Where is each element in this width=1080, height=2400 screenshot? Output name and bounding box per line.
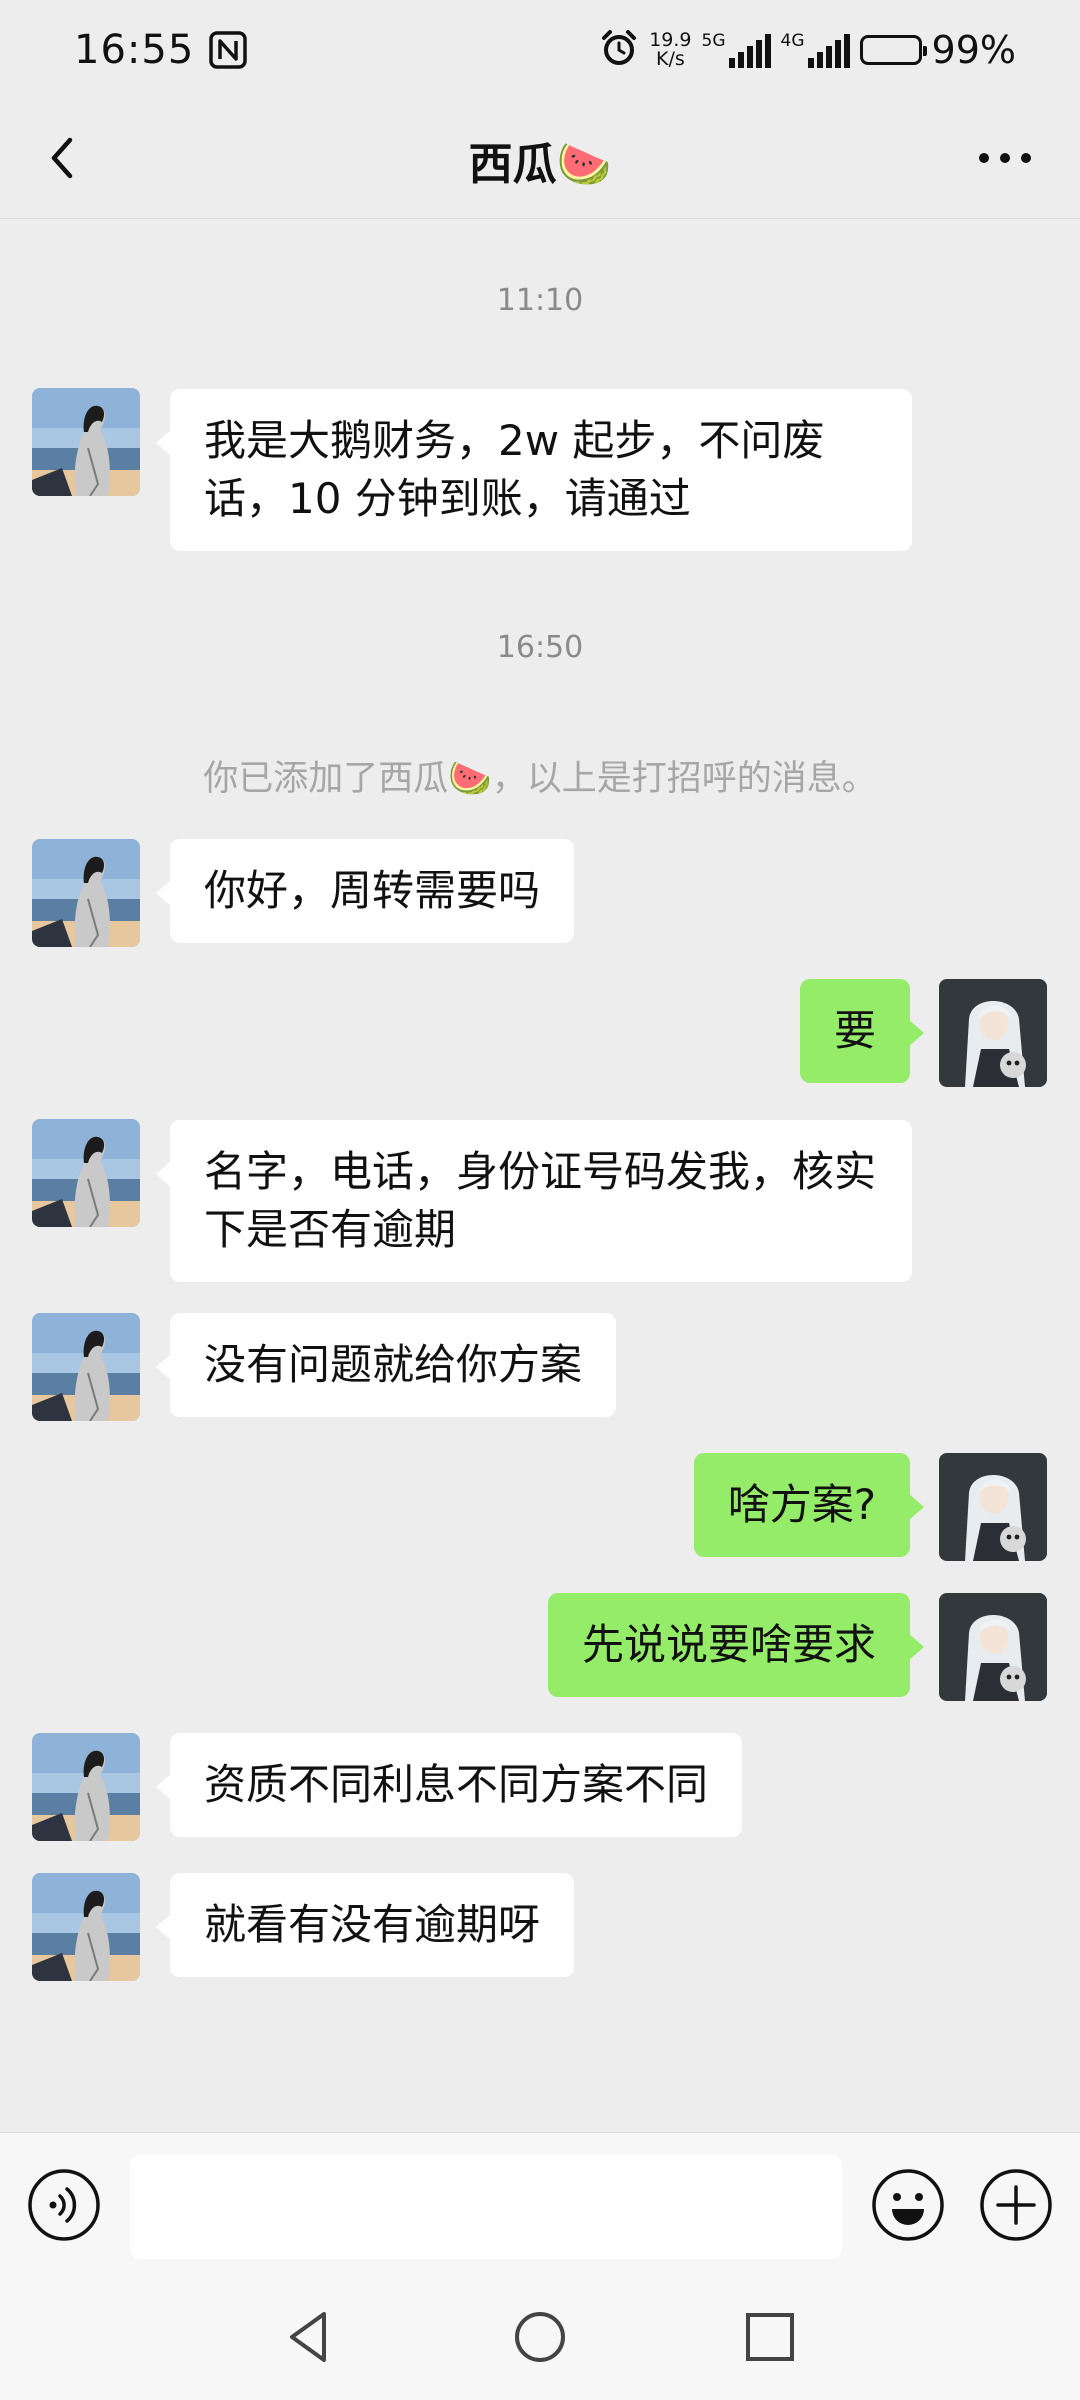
- incoming-message[interactable]: 你好，周转需要吗: [155, 839, 575, 943]
- nfc-icon: [208, 30, 248, 70]
- alarm-icon: [599, 28, 639, 72]
- user-avatar[interactable]: [939, 1453, 1047, 1561]
- user-avatar[interactable]: [939, 1593, 1047, 1701]
- signal-4g-label: 4G: [780, 30, 805, 51]
- signal-4g-bars-icon: [807, 33, 850, 68]
- status-left: 16:55: [74, 27, 248, 73]
- system-notice: 你已添加了西瓜🍉，以上是打招呼的消息。: [203, 759, 877, 799]
- contact-avatar[interactable]: [32, 1119, 140, 1227]
- outgoing-message[interactable]: 啥方案?: [693, 1453, 925, 1557]
- user-avatar[interactable]: [939, 979, 1047, 1087]
- network-speed: 19.9 K/s: [649, 31, 691, 69]
- signal-4g: 4G: [780, 30, 850, 68]
- battery-icon: [859, 35, 927, 65]
- status-bar: 16:55 19.9 K/s 5G 4G 99%: [0, 0, 1080, 100]
- signal-5g-bars-icon: [728, 33, 771, 68]
- contact-avatar[interactable]: [32, 1873, 140, 1981]
- network-speed-unit: K/s: [655, 48, 685, 70]
- chat-screen: 16:55 19.9 K/s 5G 4G 99% 西瓜🍉 11:10 我是大鹅财…: [0, 0, 1080, 2400]
- emoji-button[interactable]: [870, 2167, 946, 2243]
- clock-time: 16:55: [74, 27, 195, 73]
- signal-5g: 5G: [701, 30, 771, 68]
- timestamp: 11:10: [496, 283, 584, 318]
- incoming-message[interactable]: 就看有没有逾期呀: [155, 1873, 575, 1977]
- contact-avatar[interactable]: [32, 1313, 140, 1421]
- square-recents-icon: [746, 2313, 794, 2361]
- more-horizontal-icon: [979, 153, 1031, 163]
- outgoing-message[interactable]: 先说说要啥要求: [547, 1593, 925, 1697]
- message-input[interactable]: [130, 2155, 842, 2259]
- contact-avatar[interactable]: [32, 839, 140, 947]
- incoming-message[interactable]: 我是大鹅财务，2w 起步，不问废话，10 分钟到账，请通过: [156, 389, 912, 551]
- status-right: 19.9 K/s 5G 4G 99%: [599, 28, 1016, 72]
- voice-icon: [28, 2169, 100, 2241]
- battery-percent: 99%: [931, 28, 1016, 72]
- more-functions-button[interactable]: [978, 2167, 1054, 2243]
- system-back-button[interactable]: [274, 2302, 344, 2372]
- circle-home-icon: [515, 2312, 565, 2362]
- contact-avatar[interactable]: [32, 1733, 140, 1841]
- system-home-button[interactable]: [505, 2302, 575, 2372]
- more-options-button[interactable]: [970, 128, 1040, 188]
- smiley-icon: [872, 2169, 944, 2241]
- contact-avatar[interactable]: [32, 388, 140, 496]
- chat-header: 西瓜🍉: [0, 100, 1080, 219]
- incoming-message[interactable]: 名字，电话，身份证号码发我，核实下是否有逾期: [156, 1120, 912, 1282]
- timestamp: 16:50: [496, 630, 584, 665]
- chat-title: 西瓜🍉: [468, 139, 612, 190]
- system-recents-button[interactable]: [735, 2302, 805, 2372]
- outgoing-message[interactable]: 要: [799, 979, 925, 1083]
- system-navigation-bar: [0, 2272, 1080, 2400]
- incoming-message[interactable]: 没有问题就给你方案: [155, 1313, 617, 1417]
- voice-button[interactable]: [26, 2167, 102, 2243]
- input-bar: [0, 2132, 1080, 2273]
- triangle-back-icon: [290, 2312, 326, 2362]
- plus-icon: [980, 2169, 1052, 2241]
- incoming-message[interactable]: 资质不同利息不同方案不同: [155, 1733, 743, 1837]
- signal-5g-label: 5G: [701, 30, 726, 51]
